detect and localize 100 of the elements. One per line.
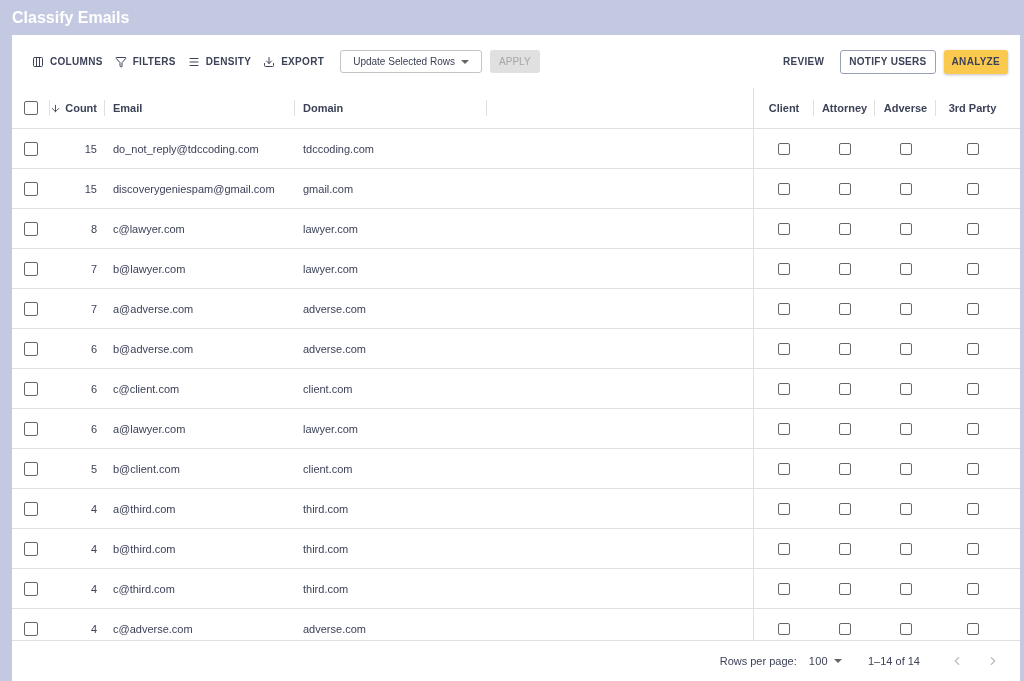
class-checkbox[interactable] (778, 262, 790, 275)
class-checkbox[interactable] (899, 542, 912, 555)
row-checkbox[interactable] (24, 181, 38, 196)
email-cell: discoverygeniespam@gmail.com (113, 182, 275, 195)
column-header[interactable]: 3rd Party (948, 102, 997, 114)
class-checkbox[interactable] (778, 622, 790, 635)
class-checkbox[interactable] (838, 382, 851, 395)
class-checkbox[interactable] (778, 142, 790, 155)
column-header[interactable]: Adverse (883, 102, 928, 114)
column-header[interactable]: Client (768, 102, 800, 114)
class-checkbox[interactable] (838, 302, 851, 315)
filters-button[interactable]: FILTERS (112, 55, 178, 68)
class-checkbox[interactable] (838, 582, 851, 595)
columns-button[interactable]: COLUMNS (30, 55, 105, 68)
class-checkbox[interactable] (899, 302, 912, 315)
column-header[interactable]: Domain (303, 102, 344, 114)
class-checkbox[interactable] (778, 222, 790, 235)
domain-cell: third.com (303, 542, 349, 555)
email-cell: b@lawyer.com (113, 262, 186, 275)
row-checkbox[interactable] (24, 621, 38, 636)
analyze-button[interactable]: ANALYZE (943, 49, 1008, 74)
class-checkbox[interactable] (966, 382, 979, 395)
filter-icon (114, 55, 127, 68)
class-checkbox[interactable] (838, 262, 851, 275)
class-checkbox[interactable] (966, 302, 979, 315)
count-cell: 5 (90, 462, 97, 475)
bulk-update-select[interactable]: Update Selected Rows (340, 50, 483, 73)
review-button[interactable]: REVIEW (775, 49, 833, 74)
row-checkbox[interactable] (24, 461, 38, 476)
email-cell: c@client.com (113, 382, 180, 395)
column-header[interactable]: Email (113, 102, 143, 114)
row-checkbox[interactable] (24, 341, 38, 356)
class-checkbox[interactable] (838, 222, 851, 235)
class-checkbox[interactable] (966, 582, 979, 595)
column-header[interactable]: Count (50, 102, 97, 114)
class-checkbox[interactable] (966, 462, 979, 475)
row-checkbox[interactable] (24, 221, 38, 236)
rows-per-page-select[interactable]: 100 (806, 655, 844, 667)
row-checkbox[interactable] (24, 421, 38, 436)
class-checkbox[interactable] (899, 502, 912, 515)
class-checkbox[interactable] (838, 462, 851, 475)
class-checkbox[interactable] (899, 382, 912, 395)
class-checkbox[interactable] (838, 342, 851, 355)
count-cell: 15 (84, 142, 97, 155)
class-checkbox[interactable] (899, 422, 912, 435)
column-header[interactable]: Attorney (821, 102, 868, 114)
row-checkbox[interactable] (24, 301, 38, 316)
class-checkbox[interactable] (966, 342, 979, 355)
domain-cell: third.com (303, 502, 349, 515)
class-checkbox[interactable] (778, 342, 790, 355)
row-checkbox[interactable] (24, 581, 38, 596)
class-checkbox[interactable] (966, 542, 979, 555)
class-checkbox[interactable] (966, 182, 979, 195)
class-checkbox[interactable] (899, 582, 912, 595)
class-checkbox[interactable] (966, 142, 979, 155)
email-cell: c@lawyer.com (113, 222, 185, 235)
class-checkbox[interactable] (778, 502, 790, 515)
class-checkbox[interactable] (899, 142, 912, 155)
domain-cell: lawyer.com (303, 262, 359, 275)
class-checkbox[interactable] (778, 542, 790, 555)
email-cell: a@adverse.com (113, 302, 194, 315)
class-checkbox[interactable] (838, 182, 851, 195)
class-checkbox[interactable] (966, 262, 979, 275)
class-checkbox[interactable] (778, 302, 790, 315)
count-cell: 4 (90, 582, 97, 595)
class-checkbox[interactable] (966, 422, 979, 435)
class-checkbox[interactable] (899, 462, 912, 475)
class-checkbox[interactable] (778, 182, 790, 195)
class-checkbox[interactable] (838, 422, 851, 435)
domain-cell: gmail.com (303, 182, 354, 195)
class-checkbox[interactable] (838, 622, 851, 635)
class-checkbox[interactable] (778, 422, 790, 435)
row-checkbox[interactable] (24, 261, 38, 276)
row-checkbox[interactable] (24, 541, 38, 556)
row-checkbox[interactable] (24, 141, 38, 156)
class-checkbox[interactable] (778, 582, 790, 595)
class-checkbox[interactable] (778, 382, 790, 395)
export-button[interactable]: EXPORT (261, 55, 327, 68)
email-cell: a@third.com (113, 502, 176, 515)
class-checkbox[interactable] (899, 262, 912, 275)
columns-icon (32, 55, 44, 68)
class-checkbox[interactable] (899, 342, 912, 355)
class-checkbox[interactable] (838, 142, 851, 155)
class-checkbox[interactable] (966, 222, 979, 235)
row-checkbox[interactable] (24, 501, 38, 516)
domain-cell: adverse.com (303, 622, 366, 635)
notify-button[interactable]: NOTIFY USERS (840, 49, 936, 74)
class-checkbox[interactable] (838, 502, 851, 515)
class-checkbox[interactable] (966, 622, 979, 635)
row-checkbox[interactable] (24, 381, 38, 396)
class-checkbox[interactable] (838, 542, 851, 555)
class-checkbox[interactable] (899, 622, 912, 635)
domain-cell: lawyer.com (303, 222, 359, 235)
class-checkbox[interactable] (899, 182, 912, 195)
class-checkbox[interactable] (899, 222, 912, 235)
class-checkbox[interactable] (778, 462, 790, 475)
domain-cell: tdccoding.com (303, 142, 374, 155)
density-button[interactable]: DENSITY (185, 55, 254, 68)
select-all-checkbox[interactable] (24, 101, 38, 115)
class-checkbox[interactable] (966, 502, 979, 515)
